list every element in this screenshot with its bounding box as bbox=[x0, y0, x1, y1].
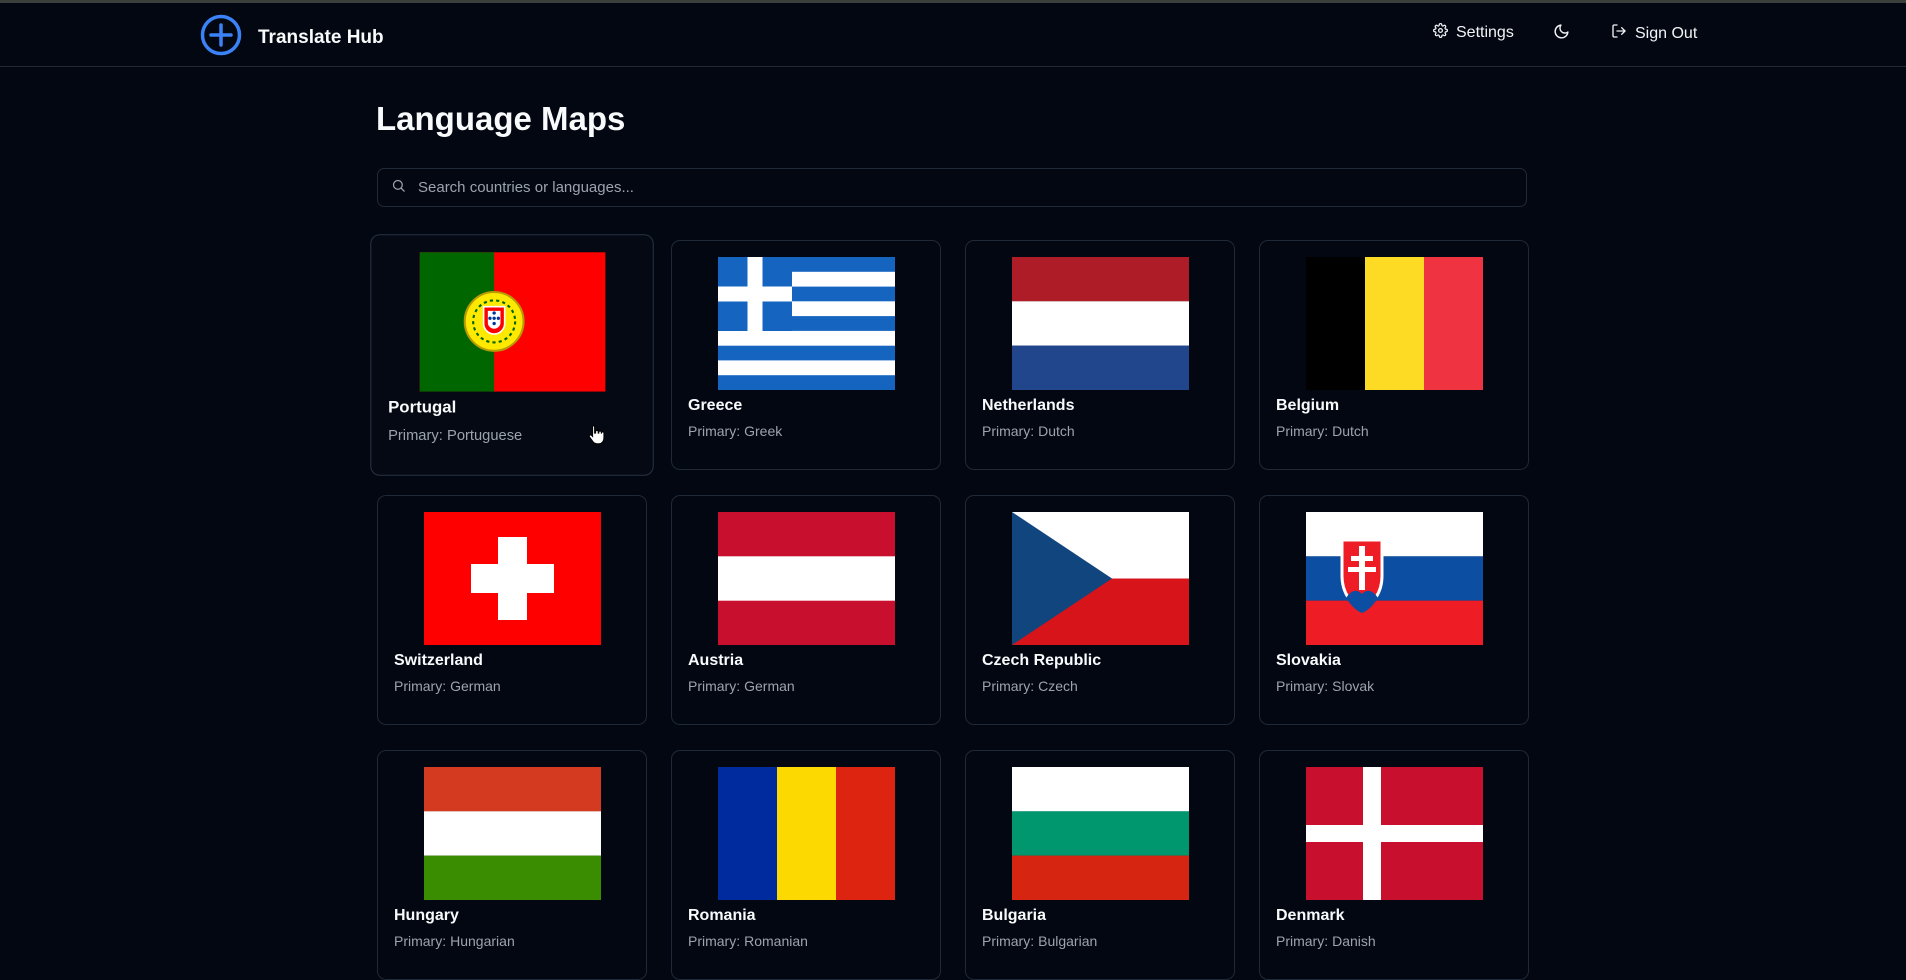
language-name: Romanian bbox=[744, 933, 808, 949]
country-card-hungary[interactable]: Hungary Primary: Hungarian bbox=[377, 750, 647, 980]
settings-label: Settings bbox=[1456, 24, 1514, 41]
primary-language: Primary: Danish bbox=[1276, 933, 1376, 949]
austria-flag bbox=[718, 512, 895, 645]
country-name: Denmark bbox=[1276, 907, 1345, 924]
belgium-flag bbox=[1306, 257, 1483, 390]
moon-icon bbox=[1553, 23, 1570, 45]
hand-pointer-cursor-icon bbox=[588, 424, 605, 450]
language-name: Slovak bbox=[1332, 678, 1375, 694]
language-name: Dutch bbox=[1038, 423, 1075, 439]
primary-language: Primary: German bbox=[688, 678, 795, 694]
denmark-flag bbox=[1306, 767, 1483, 900]
country-card-portugal[interactable]: Portugal Primary: Portuguese bbox=[370, 234, 654, 476]
language-name: German bbox=[744, 678, 795, 694]
language-name: Dutch bbox=[1332, 423, 1369, 439]
primary-language: Primary: Hungarian bbox=[394, 933, 515, 949]
primary-language: Primary: Dutch bbox=[1276, 423, 1369, 439]
sign-out-button[interactable]: Sign Out bbox=[1611, 23, 1697, 44]
primary-language: Primary: Greek bbox=[688, 423, 782, 439]
language-name: German bbox=[450, 678, 501, 694]
greece-flag bbox=[718, 257, 895, 390]
switzerland-flag bbox=[424, 512, 601, 645]
gear-icon bbox=[1433, 23, 1448, 43]
country-name: Hungary bbox=[394, 907, 459, 924]
slovakia-flag bbox=[1306, 512, 1483, 645]
language-name: Portuguese bbox=[447, 426, 523, 444]
search-bar[interactable] bbox=[377, 168, 1527, 207]
page-title: Language Maps bbox=[376, 100, 626, 137]
czech-flag bbox=[1012, 512, 1189, 645]
primary-prefix: Primary: bbox=[982, 933, 1035, 949]
primary-prefix: Primary: bbox=[688, 678, 741, 694]
country-name: Greece bbox=[688, 397, 743, 414]
primary-prefix: Primary: bbox=[688, 423, 741, 439]
primary-prefix: Primary: bbox=[394, 678, 447, 694]
primary-language: Primary: Bulgarian bbox=[982, 933, 1097, 949]
settings-button[interactable]: Settings bbox=[1433, 23, 1514, 43]
country-card-romania[interactable]: Romania Primary: Romanian bbox=[671, 750, 941, 980]
country-card-slovakia[interactable]: Slovakia Primary: Slovak bbox=[1259, 495, 1529, 725]
app-header: Translate Hub Settings Sign Out bbox=[0, 3, 1906, 67]
country-card-austria[interactable]: Austria Primary: German bbox=[671, 495, 941, 725]
country-name: Bulgaria bbox=[982, 907, 1047, 924]
language-name: Czech bbox=[1038, 678, 1078, 694]
plus-circle-icon bbox=[200, 14, 242, 61]
primary-language: Primary: Dutch bbox=[982, 423, 1075, 439]
primary-prefix: Primary: bbox=[688, 933, 741, 949]
country-name: Netherlands bbox=[982, 397, 1075, 414]
sign-out-label: Sign Out bbox=[1635, 24, 1698, 42]
bulgaria-flag bbox=[1012, 767, 1189, 900]
country-card-netherlands[interactable]: Netherlands Primary: Dutch bbox=[965, 240, 1235, 470]
primary-language: Primary: Slovak bbox=[1276, 678, 1374, 694]
country-card-switzerland[interactable]: Switzerland Primary: German bbox=[377, 495, 647, 725]
primary-prefix: Primary: bbox=[388, 426, 443, 444]
language-name: Greek bbox=[744, 423, 783, 439]
brand-home-link[interactable]: Translate Hub bbox=[200, 14, 384, 61]
theme-toggle-button[interactable] bbox=[1553, 23, 1570, 45]
country-name: Portugal bbox=[388, 399, 457, 417]
primary-language: Primary: Portuguese bbox=[388, 426, 522, 443]
country-card-czech-republic[interactable]: Czech Republic Primary: Czech bbox=[965, 495, 1235, 725]
country-card-denmark[interactable]: Denmark Primary: Danish bbox=[1259, 750, 1529, 980]
primary-language: Primary: German bbox=[394, 678, 501, 694]
primary-prefix: Primary: bbox=[1276, 423, 1329, 439]
primary-prefix: Primary: bbox=[982, 423, 1035, 439]
country-card-bulgaria[interactable]: Bulgaria Primary: Bulgarian bbox=[965, 750, 1235, 980]
country-name: Romania bbox=[688, 907, 756, 924]
language-name: Danish bbox=[1332, 933, 1376, 949]
search-input[interactable] bbox=[416, 178, 1526, 197]
romania-flag bbox=[718, 767, 895, 900]
country-name: Austria bbox=[688, 652, 744, 669]
country-card-belgium[interactable]: Belgium Primary: Dutch bbox=[1259, 240, 1529, 470]
hungary-flag bbox=[424, 767, 601, 900]
country-name: Czech Republic bbox=[982, 652, 1102, 669]
log-out-icon bbox=[1611, 23, 1627, 44]
primary-prefix: Primary: bbox=[394, 933, 447, 949]
country-name: Slovakia bbox=[1276, 652, 1341, 669]
app-title: Translate Hub bbox=[258, 26, 384, 48]
portugal-flag bbox=[419, 252, 606, 392]
language-name: Hungarian bbox=[450, 933, 515, 949]
primary-language: Primary: Czech bbox=[982, 678, 1078, 694]
primary-prefix: Primary: bbox=[1276, 678, 1329, 694]
country-name: Belgium bbox=[1276, 397, 1340, 414]
netherlands-flag bbox=[1012, 257, 1189, 390]
primary-prefix: Primary: bbox=[1276, 933, 1329, 949]
language-name: Bulgarian bbox=[1038, 933, 1098, 949]
primary-language: Primary: Romanian bbox=[688, 933, 808, 949]
search-icon bbox=[378, 178, 406, 198]
country-card-greece[interactable]: Greece Primary: Greek bbox=[671, 240, 941, 470]
primary-prefix: Primary: bbox=[982, 678, 1035, 694]
country-name: Switzerland bbox=[394, 652, 483, 669]
